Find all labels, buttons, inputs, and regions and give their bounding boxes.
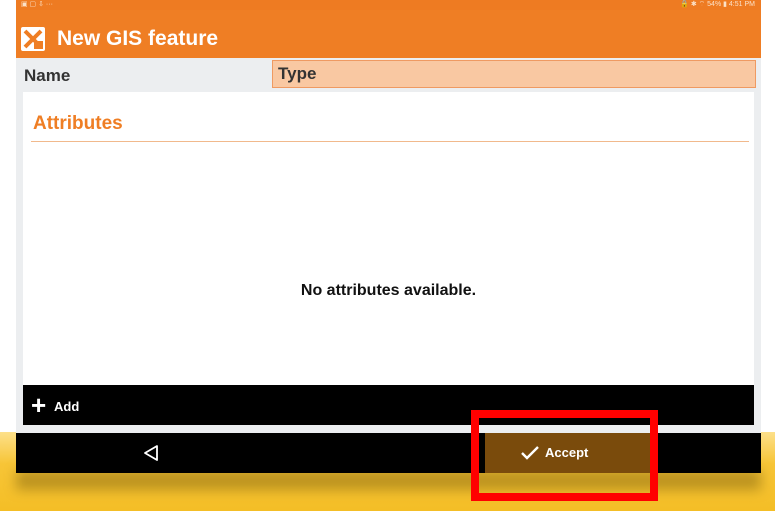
type-label: Type — [278, 64, 317, 83]
type-field[interactable]: Type — [272, 60, 756, 88]
add-button-label: Add — [54, 399, 80, 414]
app-bar: New GIS feature — [16, 10, 761, 58]
column-header-row: Name Type — [16, 58, 761, 92]
back-triangle-icon[interactable] — [142, 444, 160, 462]
name-column-label: Name — [24, 66, 71, 85]
empty-state-message: No attributes available. — [300, 282, 477, 299]
section-divider — [31, 141, 749, 142]
highlight-annotation-box — [471, 410, 658, 501]
attributes-panel: Attributes No attributes available. — [23, 92, 754, 385]
plus-icon: + — [31, 390, 47, 420]
app-logo-icon — [21, 27, 45, 51]
status-system-info: 🔒 ✱ ⌔ 54% ▮ 4:51 PM — [680, 1, 755, 8]
page-title: New GIS feature — [57, 27, 219, 50]
status-notification-icons: ▣ ▢ ⇩ ··· — [21, 1, 53, 8]
status-bar: ▣ ▢ ⇩ ··· 🔒 ✱ ⌔ 54% ▮ 4:51 PM — [16, 0, 761, 10]
attributes-section-title: Attributes — [33, 113, 123, 134]
device-screen: ▣ ▢ ⇩ ··· 🔒 ✱ ⌔ 54% ▮ 4:51 PM New GIS fe… — [16, 0, 761, 473]
